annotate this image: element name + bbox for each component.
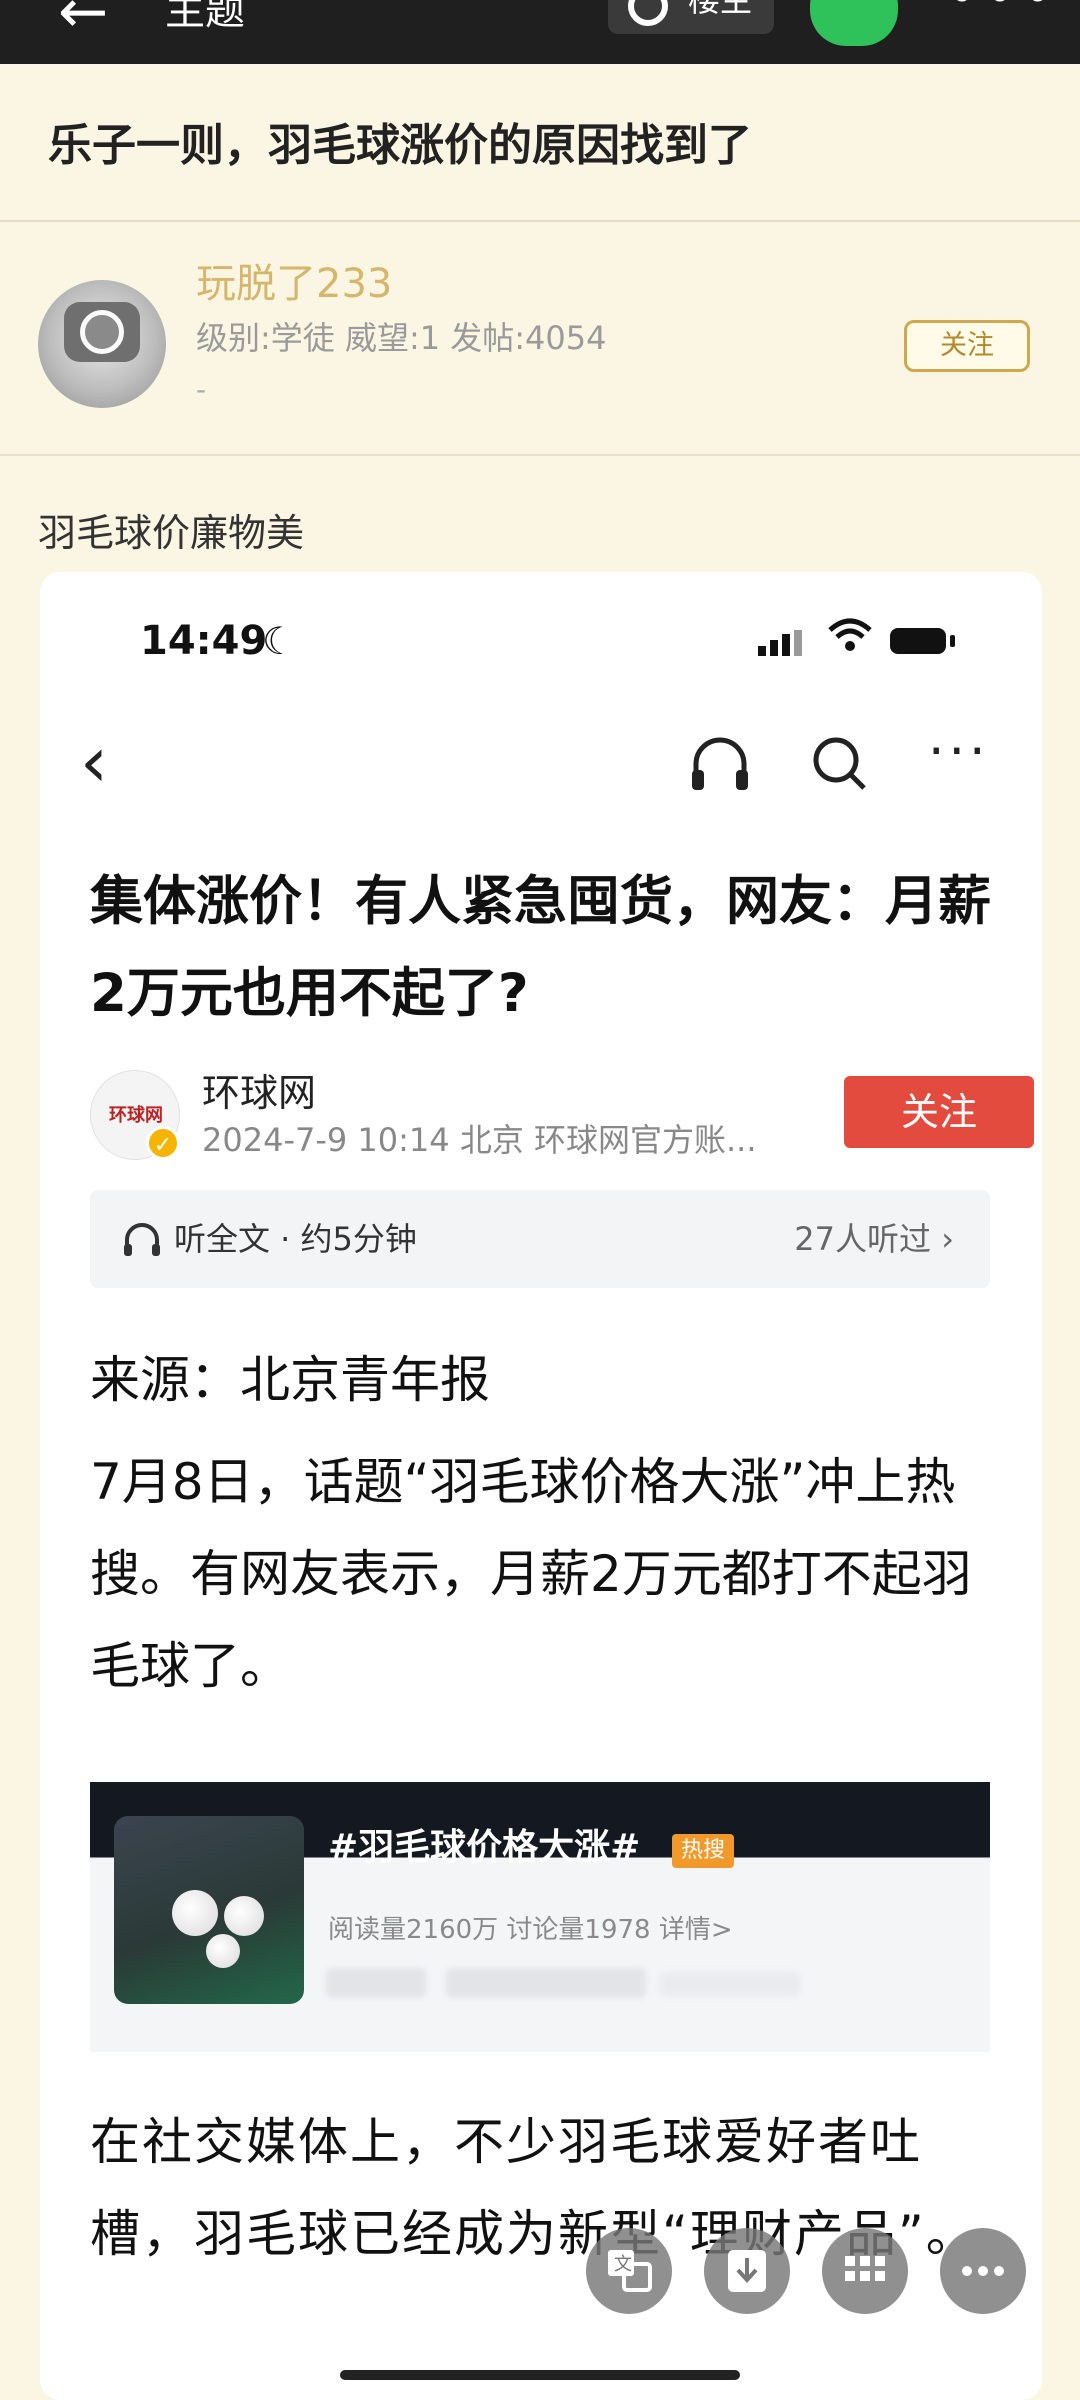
moon-icon: ☾ <box>262 619 297 663</box>
shuttlecock <box>224 1896 264 1936</box>
more-horizontal-icon[interactable]: ••• <box>946 0 1060 23</box>
top-bar: ← 主题 楼主 ••• <box>0 0 1080 64</box>
badminton-image <box>114 1816 304 2004</box>
more-icon[interactable] <box>940 2228 1026 2314</box>
topic-card: #羽毛球价格大涨# 热搜 阅读量2160万 讨论量1978 详情> <box>90 1782 990 2052</box>
article-source-line: 来源：北京青年报 <box>90 1351 490 1409</box>
source-meta: 2024-7-9 10:14 北京 环球网官方账... <box>202 1121 757 1159</box>
thread-title: 乐子一则，羽毛球涨价的原因找到了 <box>48 120 752 171</box>
battery-tip <box>950 635 955 647</box>
headphone-small-icon <box>124 1223 160 1256</box>
avatar[interactable] <box>38 280 166 408</box>
username[interactable]: 玩脱了233 <box>196 256 392 312</box>
shuttlecock <box>172 1890 218 1936</box>
status-time: 14:49 <box>140 618 268 664</box>
topic-title: #羽毛球价格大涨# <box>328 1827 641 1868</box>
shuttlecock <box>206 1934 240 1968</box>
post-caption: 羽毛球价廉物美 <box>38 511 305 555</box>
article-title: 集体涨价！有人紧急囤货，网友：月薪2万元也用不起了? <box>90 871 991 1024</box>
svg-text:文: 文 <box>614 2254 632 2275</box>
user-signature: - <box>196 373 207 406</box>
blurred-text <box>660 1972 800 1996</box>
more-icon: ··· <box>928 722 990 782</box>
translate-icon[interactable]: 文 <box>586 2228 672 2314</box>
home-indicator[interactable] <box>340 2370 740 2380</box>
battery-icon <box>890 628 946 654</box>
op-only-button[interactable]: 楼主 <box>608 0 774 34</box>
signal-icon <box>758 630 802 656</box>
op-toggle-icon <box>628 0 668 26</box>
listen-count: 27人听过 › <box>794 1220 954 1258</box>
download-icon[interactable] <box>704 2228 790 2314</box>
verified-icon: ✓ <box>146 1126 180 1160</box>
listen-bar: 听全文 · 约5分钟 27人听过 › <box>90 1190 990 1288</box>
chevron-left-icon: ‹ <box>80 721 108 803</box>
article-paragraph: 7月8日，话题“羽毛球价格大涨”冲上热搜。有网友表示，月薪2万元都打不起羽毛球了… <box>90 1453 972 1695</box>
wifi-icon <box>828 616 872 666</box>
source-name: 环球网 <box>202 1071 317 1115</box>
divider <box>0 454 1080 456</box>
follow-button[interactable]: 关注 <box>904 320 1030 372</box>
user-meta: 级别:学徒 威望:1 发帖:4054 <box>196 319 607 357</box>
page-title: 主题 <box>165 0 245 34</box>
op-only-label: 楼主 <box>688 0 753 19</box>
blurred-text <box>446 1968 646 1998</box>
embedded-screenshot: 14:49 ☾ ‹ ··· 集体涨价！有人紧急囤货，网友：月薪2万元也用不起了?… <box>40 572 1042 2400</box>
article-follow-button: 关注 <box>844 1076 1034 1148</box>
arrow-left-icon[interactable]: ← <box>58 0 108 42</box>
listen-label: 听全文 · 约5分钟 <box>174 1220 417 1258</box>
search-icon <box>813 737 866 790</box>
grid-icon[interactable] <box>822 2228 908 2314</box>
avatar-helmet <box>64 302 140 362</box>
hot-badge: 热搜 <box>672 1834 734 1868</box>
avatar-window <box>80 310 124 354</box>
headphone-icon <box>692 737 748 790</box>
topic-stats: 阅读量2160万 讨论量1978 详情> <box>328 1915 733 1945</box>
wechat-icon[interactable] <box>810 0 898 46</box>
blurred-text <box>326 1968 426 1998</box>
divider <box>0 220 1080 222</box>
